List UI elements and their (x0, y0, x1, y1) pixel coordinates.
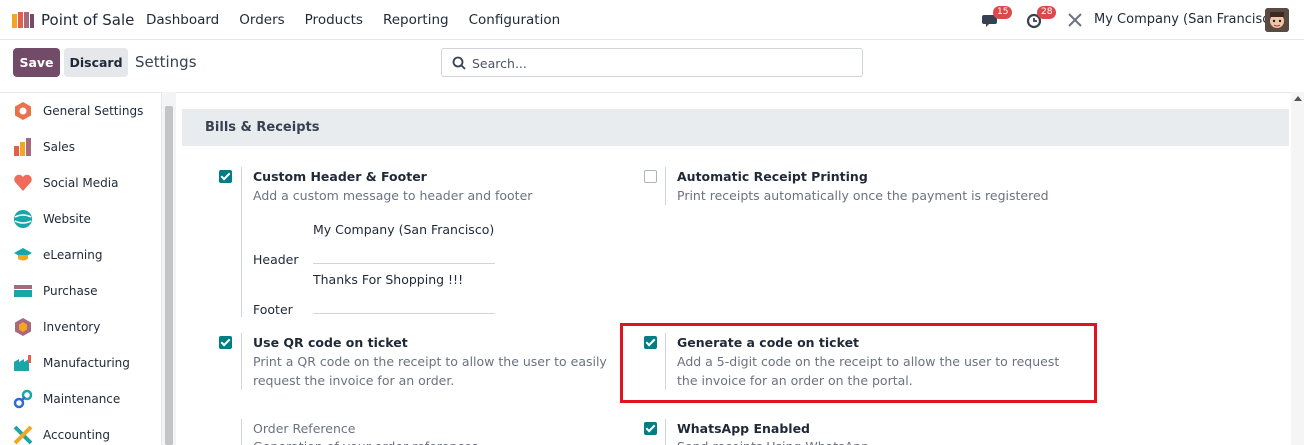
elearning-icon (14, 248, 32, 261)
qr-code-ticket-desc-line2: request the invoice for an order. (253, 373, 455, 388)
top-navbar: Point of Sale Dashboard Orders Products … (0, 0, 1304, 40)
purchase-icon (14, 285, 32, 297)
sidebar-item-label: eLearning (43, 248, 103, 262)
menu-orders[interactable]: Orders (239, 12, 284, 28)
search-input[interactable] (472, 53, 852, 73)
messages-button[interactable]: 15 (982, 6, 1013, 30)
debug-tools-button[interactable] (1067, 10, 1087, 30)
option-divider (241, 419, 242, 445)
sidebar-item-label: Inventory (43, 320, 101, 334)
whatsapp-enabled-desc: Send receipts Using WhatsApp (677, 437, 869, 445)
sidebar-item-inventory[interactable]: Inventory (0, 309, 160, 345)
sidebar-item-manufacturing[interactable]: Manufacturing (0, 345, 160, 381)
auto-receipt-printing-title: Automatic Receipt Printing (677, 169, 868, 184)
manufacturing-icon (14, 355, 31, 371)
sidebar-item-label: Social Media (43, 176, 119, 190)
company-switcher[interactable]: My Company (San Francisco) (1094, 12, 1282, 27)
section-header: Bills & Receipts (182, 109, 1289, 146)
option-divider (665, 167, 666, 205)
sidebar-item-accounting[interactable]: Accounting (0, 417, 160, 445)
sidebar-item-website[interactable]: Website (0, 201, 160, 237)
pos-app-icon[interactable] (12, 12, 34, 28)
qr-code-ticket-title: Use QR code on ticket (253, 335, 408, 350)
qr-code-ticket-desc-line1: Print a QR code on the receipt to allow … (253, 354, 607, 369)
menu-products[interactable]: Products (305, 12, 363, 28)
accounting-icon (13, 425, 33, 445)
whatsapp-enabled-title: WhatsApp Enabled (677, 421, 810, 436)
menu-dashboard[interactable]: Dashboard (146, 12, 219, 28)
search-box[interactable] (441, 48, 863, 77)
social-media-icon (14, 174, 32, 191)
footer-field-underline (313, 313, 495, 314)
option-divider (241, 167, 242, 317)
sidebar-item-sales[interactable]: Sales (0, 129, 160, 165)
sidebar-item-general-settings[interactable]: General Settings (0, 93, 160, 129)
save-button[interactable]: Save (13, 48, 60, 77)
menu-reporting[interactable]: Reporting (383, 12, 449, 28)
inventory-icon (15, 318, 31, 336)
section-title: Bills & Receipts (205, 120, 320, 135)
app-name[interactable]: Point of Sale (41, 11, 134, 29)
order-reference-title: Order Reference (253, 421, 356, 436)
sidebar-item-label: Accounting (43, 428, 111, 442)
qr-code-ticket-checkbox[interactable] (219, 336, 232, 349)
option-divider (665, 419, 666, 445)
sidebar-scrollbar[interactable] (161, 92, 176, 445)
sidebar-item-label: Manufacturing (43, 356, 130, 370)
header-field-underline (313, 263, 495, 264)
header-label: Header (253, 252, 299, 267)
auto-receipt-printing-checkbox[interactable] (644, 170, 657, 183)
user-avatar[interactable] (1265, 8, 1289, 32)
messages-badge: 15 (993, 6, 1013, 19)
settings-sidebar: General Settings Sales Social Media Webs… (0, 92, 176, 445)
sidebar-item-purchase[interactable]: Purchase (0, 273, 160, 309)
website-icon (14, 210, 32, 228)
sidebar-scroll-thumb[interactable] (165, 106, 173, 445)
content-scrollbar[interactable] (1291, 92, 1304, 445)
sidebar-item-label: General Settings (43, 104, 144, 118)
menu-configuration[interactable]: Configuration (469, 12, 561, 28)
discard-button[interactable]: Discard (64, 48, 128, 77)
tools-icon (1068, 13, 1082, 27)
activities-button[interactable]: 28 (1026, 6, 1057, 30)
scroll-up-icon[interactable] (1294, 96, 1302, 101)
maintenance-icon (13, 389, 33, 409)
option-divider (241, 333, 242, 390)
header-text-field[interactable]: My Company (San Francisco) (313, 222, 495, 237)
custom-header-footer-title: Custom Header & Footer (253, 169, 427, 184)
auto-receipt-printing-desc: Print receipts automatically once the pa… (677, 188, 1049, 203)
footer-text-field[interactable]: Thanks For Shopping !!! (313, 272, 495, 287)
custom-header-footer-checkbox[interactable] (219, 170, 232, 183)
highlight-annotation-box (620, 323, 1097, 403)
general-settings-icon (15, 102, 31, 120)
footer-label: Footer (253, 302, 293, 317)
sidebar-item-label: Sales (43, 140, 75, 154)
sidebar-item-elearning[interactable]: eLearning (0, 237, 160, 273)
search-icon (452, 56, 466, 70)
sidebar-item-social-media[interactable]: Social Media (0, 165, 160, 201)
sidebar-item-label: Website (43, 212, 91, 226)
sidebar-item-label: Purchase (43, 284, 98, 298)
whatsapp-enabled-checkbox[interactable] (644, 422, 657, 435)
sidebar-item-maintenance[interactable]: Maintenance (0, 381, 160, 417)
activities-badge: 28 (1037, 6, 1057, 19)
order-reference-desc: Generation of your order references (253, 437, 478, 445)
custom-header-footer-desc: Add a custom message to header and foote… (253, 188, 533, 203)
sales-icon (14, 138, 31, 156)
sidebar-item-label: Maintenance (43, 392, 121, 406)
main-menu: Dashboard Orders Products Reporting Conf… (146, 0, 580, 40)
page-title: Settings (135, 53, 197, 71)
